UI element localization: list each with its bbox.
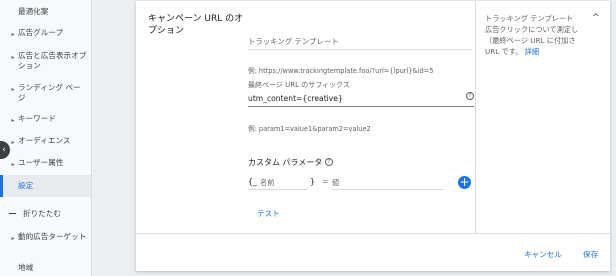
sidebar-item-label: 広告グループ	[18, 28, 64, 37]
sidebar-item-settings[interactable]: 設定	[0, 175, 91, 197]
caret-right-icon: ▸	[11, 31, 15, 38]
minus-icon	[9, 212, 16, 214]
learn-more-link[interactable]: 詳細	[525, 47, 539, 56]
sidebar: 最適化案 ▸ 広告グループ ▸ 広告と広告表示オプション ▸ ランディング ペー…	[0, 0, 92, 276]
caret-right-icon: ▸	[11, 161, 15, 168]
footer-divider	[136, 233, 610, 234]
sidebar-item-optimization[interactable]: 最適化案	[0, 7, 91, 17]
sidebar-item-label: 動的広告ターゲット	[18, 232, 87, 241]
caret-right-icon: ▸	[11, 117, 15, 124]
sidebar-item-label: 最適化案	[18, 7, 49, 16]
sidebar-item-label: 設定	[18, 181, 34, 190]
campaign-url-options-panel: キャンペーン URL のオプション トラッキング テンプレート 例: https…	[136, 1, 610, 271]
section-title: キャンペーン URL のオプション	[148, 14, 244, 36]
final-url-suffix-input[interactable]: utm_content={creative}	[248, 94, 343, 103]
sidebar-item-keywords[interactable]: ▸ キーワード	[0, 114, 91, 126]
help-icon[interactable]: ?	[325, 158, 333, 166]
param-open-brace: {_	[248, 177, 257, 186]
sidebar-item-ad-groups[interactable]: ▸ 広告グループ	[0, 28, 91, 40]
sidebar-item-landing-pages[interactable]: ▸ ランディング ページ	[0, 83, 91, 103]
caret-right-icon: ▸	[11, 54, 15, 61]
sidebar-item-audiences[interactable]: ▸ オーディエンス	[0, 136, 91, 148]
test-link[interactable]: テスト	[257, 208, 280, 219]
final-url-suffix-label: 最終ページ URL のサフィックス	[248, 81, 350, 89]
param-value-underline	[332, 189, 444, 190]
custom-parameters-title: カスタム パラメータ	[248, 158, 323, 167]
final-url-suffix-example: 例: param1=value1&param2=value2	[248, 125, 371, 133]
collapse-label: 折りたたむ	[23, 208, 61, 218]
param-name-input[interactable]: 名前	[260, 178, 274, 188]
save-button[interactable]: 保存	[583, 249, 598, 260]
param-value-input[interactable]: 値	[332, 178, 339, 188]
help-icon[interactable]: ?	[466, 92, 474, 100]
tracking-template-example: 例: https://www.trackingtemplate.foo/?url…	[248, 67, 434, 75]
help-panel-text: トラッキング テンプレート 広告クリックについて測定し（最終ページ URL に付…	[485, 13, 581, 57]
caret-right-icon: ▸	[11, 86, 15, 93]
tracking-template-input[interactable]: トラッキング テンプレート	[248, 36, 339, 47]
sidebar-item-label: 地域	[18, 263, 34, 272]
tracking-template-underline	[248, 49, 472, 50]
param-name-underline	[248, 189, 308, 190]
add-parameter-button[interactable]: +	[458, 176, 471, 189]
param-close-brace: }	[310, 177, 315, 186]
sidebar-item-label: キーワード	[18, 114, 56, 123]
help-panel: トラッキング テンプレート 広告クリックについて測定し（最終ページ URL に付…	[475, 1, 610, 233]
caret-right-icon: ▸	[11, 235, 15, 242]
sidebar-item-label: ユーザー属性	[18, 158, 64, 167]
sidebar-collapse-button[interactable]: 折りたたむ	[0, 207, 91, 219]
sidebar-item-ads-extensions[interactable]: ▸ 広告と広告表示オプション	[0, 51, 91, 71]
sidebar-item-demographics[interactable]: ▸ ユーザー属性	[0, 158, 91, 170]
sidebar-item-label: ランディング ページ	[18, 83, 81, 102]
chevron-up-icon[interactable]: ^	[592, 13, 600, 23]
final-url-suffix-underline	[248, 106, 474, 107]
sidebar-item-dynamic-targets[interactable]: ▸ 動的広告ターゲット	[0, 232, 91, 244]
sidebar-item-locations[interactable]: 地域	[0, 263, 91, 273]
param-equals-sign: =	[322, 177, 329, 186]
sidebar-item-label: オーディエンス	[18, 136, 71, 145]
sidebar-item-label: 広告と広告表示オプション	[18, 51, 87, 70]
cancel-button[interactable]: キャンセル	[524, 249, 562, 260]
